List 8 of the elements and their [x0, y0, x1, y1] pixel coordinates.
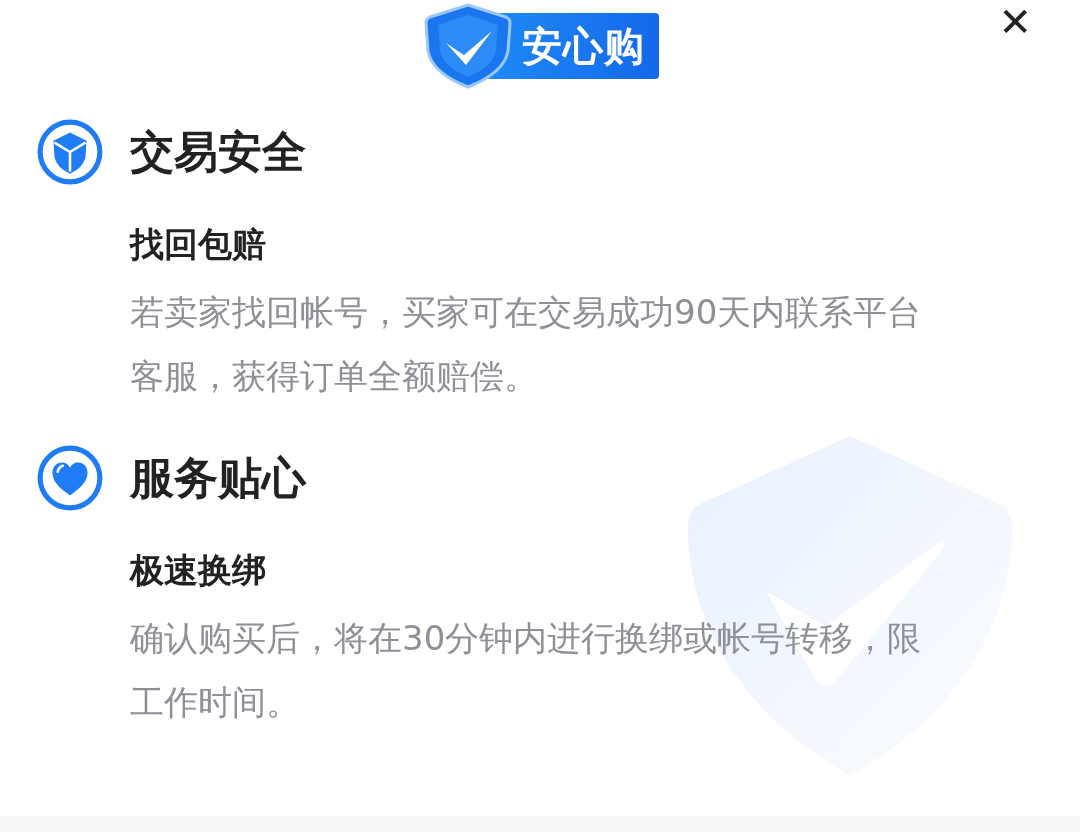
section-title: 交易安全 [130, 124, 306, 179]
section-subtitle: 找回包赔 [130, 223, 267, 266]
section-description: 若卖家找回帐号，买家可在交易成功90天内联系平台客服，获得订单全额赔偿。 [130, 291, 923, 398]
section-subtitle: 极速换绑 [130, 549, 267, 592]
section-title: 服务贴心 [130, 450, 306, 505]
cube-icon [36, 118, 104, 186]
section-description: 确认购买后，将在30分钟内进行换绑或帐号转移，限工作时间。 [130, 617, 923, 724]
close-button[interactable]: ✕ [994, 0, 1036, 44]
